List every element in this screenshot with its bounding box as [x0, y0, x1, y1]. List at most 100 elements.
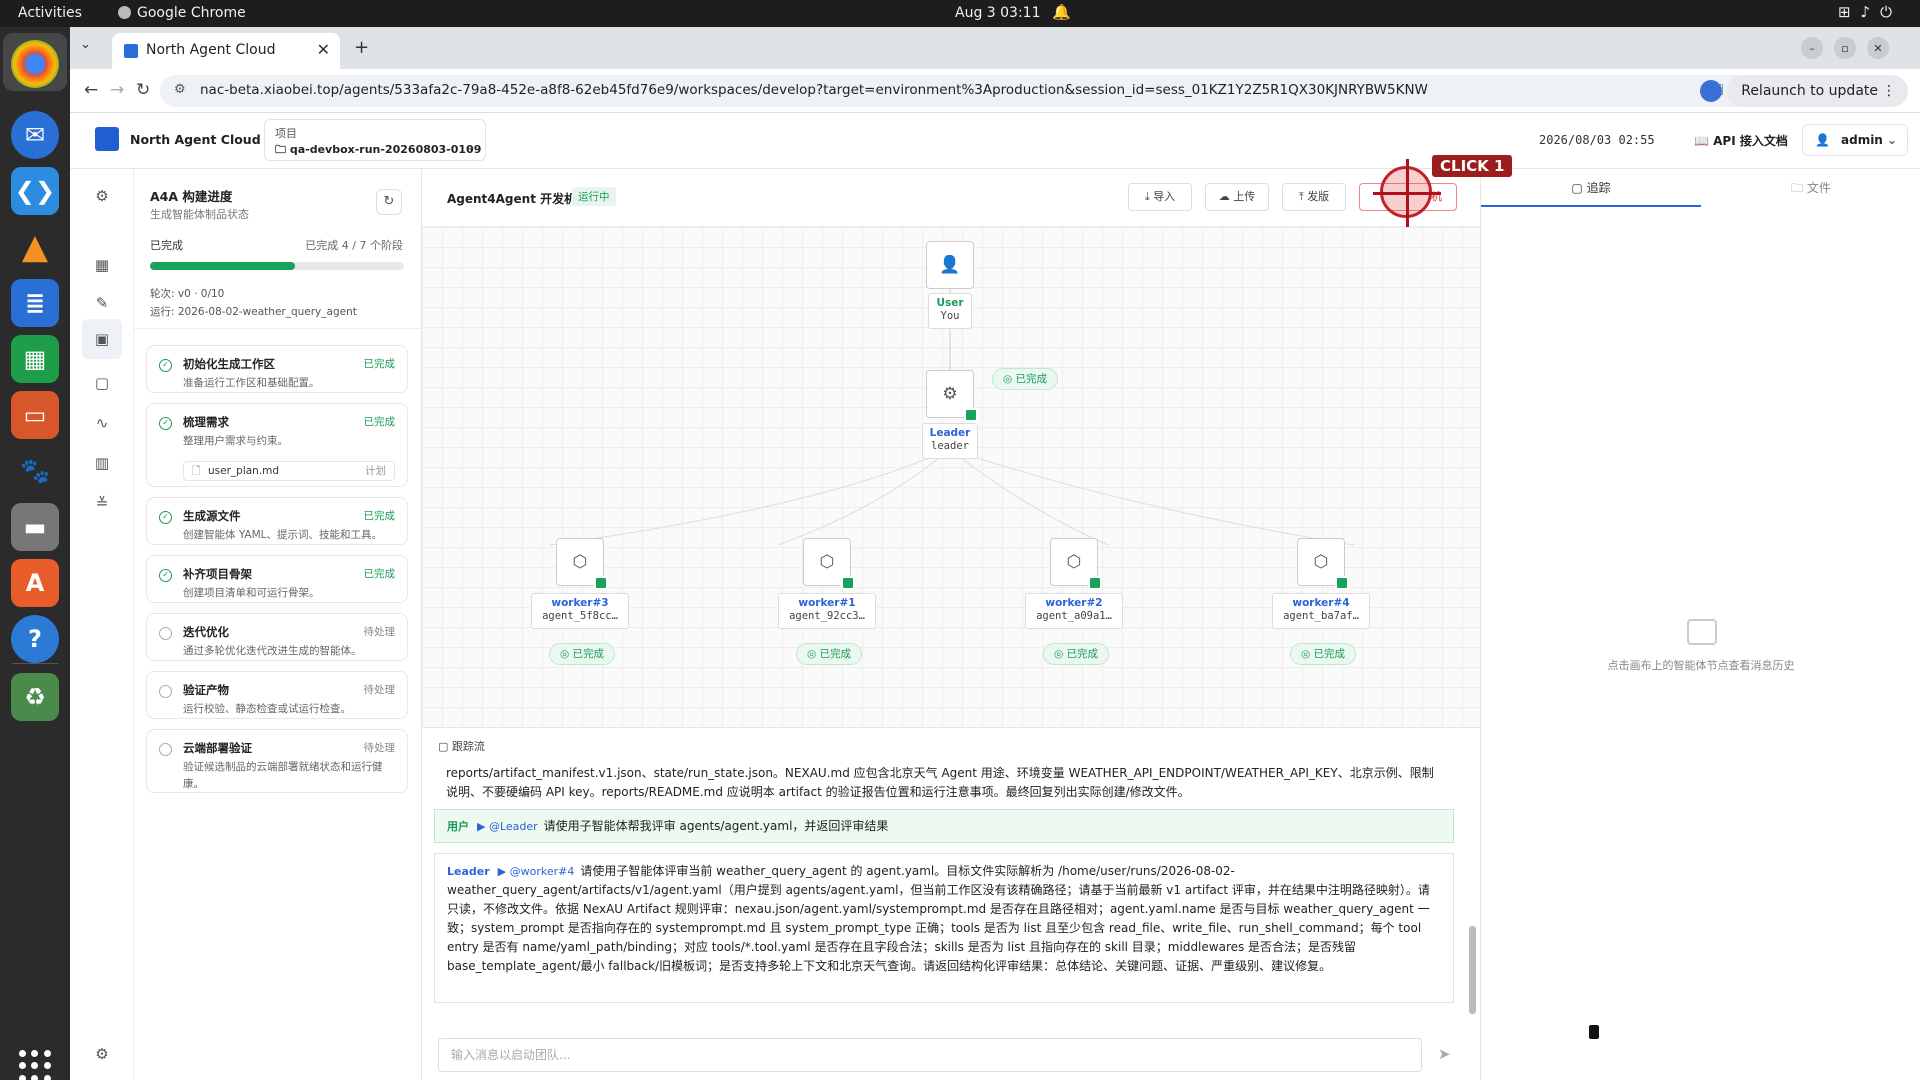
worker-node[interactable]: ⬡ — [803, 538, 855, 590]
user-menu[interactable]: 👤 admin ⌄ — [1802, 124, 1908, 156]
worker-node-label[interactable]: worker#2 agent_a09a1… — [1025, 593, 1123, 629]
address-bar[interactable]: ⚙ nac-beta.xiaobei.top/agents/533afa2c-7… — [160, 75, 1820, 107]
stage-card[interactable]: ✓ 梳理需求 已完成 整理用户需求与约束。 🗋 user_plan.md 计划 — [146, 403, 408, 487]
files-icon[interactable]: ▬ — [11, 503, 59, 551]
stage-name: 迭代优化 — [183, 625, 229, 639]
stage-card[interactable]: 云端部署验证 待处理 验证候选制品的云端部署就绪状态和运行健康。 — [146, 729, 408, 793]
agent-graph-canvas[interactable]: 👤 User You ⚙ ◎ 已完成 Leader leader ⬡ worke… — [422, 227, 1480, 727]
scrollbar[interactable] — [1467, 764, 1477, 1034]
user-icon: 👤 — [1815, 133, 1830, 147]
datetime: 2026/08/03 02:55 — [1539, 133, 1655, 147]
stage-status: 已完成 — [363, 510, 396, 522]
thunderbird-icon[interactable]: ✉ — [11, 111, 59, 159]
robot-icon[interactable]: ⚙ — [90, 184, 114, 208]
stage-status: 待处理 — [363, 626, 396, 638]
workspace-toolbar: Agent4Agent 开发机 运行中 ⤓ 导入 ☁ 上传 ⤒ 发版 机 — [422, 169, 1480, 227]
clock[interactable]: Aug 3 03:11 — [955, 5, 1041, 21]
project-selector[interactable]: 项目 🗀 qa-devbox-run-20260803-0109 ⌄ — [264, 119, 486, 161]
check-circle-icon: ✓ — [159, 417, 172, 430]
tab-files[interactable]: 🗀 文件 — [1701, 169, 1920, 207]
app-menu[interactable]: Google Chrome — [118, 5, 246, 21]
bar-chart-icon[interactable]: ▥ — [90, 451, 114, 475]
close-window-icon[interactable]: ✕ — [1867, 37, 1889, 59]
settings-gear-icon[interactable]: ⚙ — [90, 1042, 114, 1066]
system-tray[interactable]: ⊞♪⏻ — [1838, 3, 1902, 21]
terminal-icon[interactable]: ▣ — [82, 319, 122, 359]
close-tab-icon[interactable]: ✕ — [317, 40, 330, 59]
message-text: 请使用子智能体评审当前 weather_query_agent 的 agent.… — [447, 864, 1430, 973]
cube-icon: ⬡ — [572, 552, 588, 572]
browser-tab[interactable]: North Agent Cloud ✕ — [112, 33, 340, 69]
edge — [777, 448, 951, 546]
pulse-icon[interactable]: ∿ — [90, 411, 114, 435]
minimize-icon[interactable]: – — [1801, 37, 1823, 59]
stage-name: 梳理需求 — [183, 415, 229, 429]
software-icon[interactable]: A — [11, 559, 59, 607]
impress-icon[interactable]: ▭ — [11, 391, 59, 439]
tab-title: North Agent Cloud — [146, 42, 276, 58]
profile-avatar[interactable] — [1700, 80, 1722, 102]
back-icon[interactable]: ← — [84, 80, 98, 100]
run-info: 运行: 2026-08-02-weather_query_agent — [150, 306, 357, 318]
stage-name: 云端部署验证 — [183, 741, 252, 755]
node-name: worker#2 — [1045, 597, 1103, 609]
worker-node[interactable]: ⬡ — [556, 538, 608, 590]
dashboard-icon[interactable]: ▦ — [90, 253, 114, 277]
stage-card[interactable]: 验证产物 待处理 运行校验、静态检查或试运行检查。 — [146, 671, 408, 719]
calc-icon[interactable]: ▦ — [11, 335, 59, 383]
writer-icon[interactable]: ≣ — [11, 279, 59, 327]
user-node[interactable]: 👤 — [926, 241, 974, 289]
send-icon[interactable]: ➤ — [1438, 1045, 1451, 1063]
stage-card[interactable]: ✓ 补齐项目骨架 已完成 创建项目清单和可运行骨架。 — [146, 555, 408, 603]
relaunch-button[interactable]: Relaunch to update ⋮ — [1727, 75, 1908, 107]
file-chip[interactable]: 🗋 user_plan.md 计划 — [183, 461, 395, 481]
import-button[interactable]: ⤓ 导入 — [1128, 183, 1192, 211]
leader-node-label[interactable]: Leader leader — [922, 423, 978, 459]
tab-trace[interactable]: ▢ 追踪 — [1481, 169, 1701, 207]
build-progress-panel: A4A 构建进度 生成智能体制品状态 ↻ 已完成 已完成 4 / 7 个阶段 轮… — [134, 169, 422, 1080]
trace-messages[interactable]: reports/artifact_manifest.v1.json、state/… — [434, 764, 1454, 1034]
upload-button[interactable]: ☁ 上传 — [1205, 183, 1269, 211]
pencil-icon[interactable]: ✎ — [90, 291, 114, 315]
edge — [949, 448, 1355, 546]
chat-icon[interactable]: ▢ — [90, 371, 114, 395]
tab-search-icon[interactable]: ⌄ — [80, 37, 91, 52]
maximize-icon[interactable]: ▫ — [1834, 37, 1856, 59]
trash-icon[interactable]: ♻ — [11, 673, 59, 721]
site-info-icon[interactable]: ⚙ — [174, 82, 186, 97]
stage-card[interactable]: ✓ 生成源文件 已完成 创建智能体 YAML、提示词、技能和工具。 — [146, 497, 408, 545]
refresh-icon[interactable]: ↻ — [376, 189, 402, 215]
gimp-icon[interactable]: 🐾 — [11, 447, 59, 495]
node-name: worker#1 — [798, 597, 856, 609]
node-status-text: 已完成 — [1313, 648, 1346, 660]
stage-card[interactable]: ✓ 初始化生成工作区 已完成 准备运行工作区和基础配置。 — [146, 345, 408, 393]
new-tab-icon[interactable]: + — [354, 37, 369, 58]
browser-toolbar: ← → ↻ ⚙ nac-beta.xiaobei.top/agents/533a… — [70, 69, 1920, 113]
activities-button[interactable]: Activities — [18, 5, 82, 21]
worker-node-label[interactable]: worker#1 agent_92cc3… — [778, 593, 876, 629]
node-id: You — [940, 310, 960, 322]
sliders-icon[interactable]: ≚ — [90, 491, 114, 515]
empty-state-text: 点击画布上的智能体节点查看消息历史 — [1607, 659, 1795, 672]
worker-node[interactable]: ⬡ — [1297, 538, 1349, 590]
vscode-icon[interactable]: ❮❯ — [11, 167, 59, 215]
pending-circle-icon — [159, 743, 172, 756]
show-apps-icon[interactable] — [19, 1050, 51, 1082]
worker-node-label[interactable]: worker#3 agent_5f8cc… — [531, 593, 629, 629]
chrome-icon[interactable] — [11, 40, 59, 88]
scrollbar-thumb[interactable] — [1469, 926, 1476, 1014]
message-input[interactable]: 输入消息以启动团队... — [438, 1038, 1422, 1072]
vlc-icon[interactable]: ▲ — [11, 223, 59, 271]
user-node-label[interactable]: User You — [928, 293, 972, 329]
api-doc-link[interactable]: 📖 API 接入文档 — [1694, 132, 1788, 149]
worker-node[interactable]: ⬡ — [1050, 538, 1102, 590]
help-icon[interactable]: ? — [11, 615, 59, 663]
worker-node-label[interactable]: worker#4 agent_ba7af… — [1272, 593, 1370, 629]
edge — [549, 448, 951, 546]
leader-node[interactable]: ⚙ — [926, 370, 978, 422]
forward-icon[interactable]: → — [110, 80, 124, 100]
publish-button[interactable]: ⤒ 发版 — [1282, 183, 1346, 211]
node-name: Leader — [929, 427, 971, 439]
stage-card[interactable]: 迭代优化 待处理 通过多轮优化迭代改进生成的智能体。 — [146, 613, 408, 661]
reload-icon[interactable]: ↻ — [136, 80, 150, 100]
